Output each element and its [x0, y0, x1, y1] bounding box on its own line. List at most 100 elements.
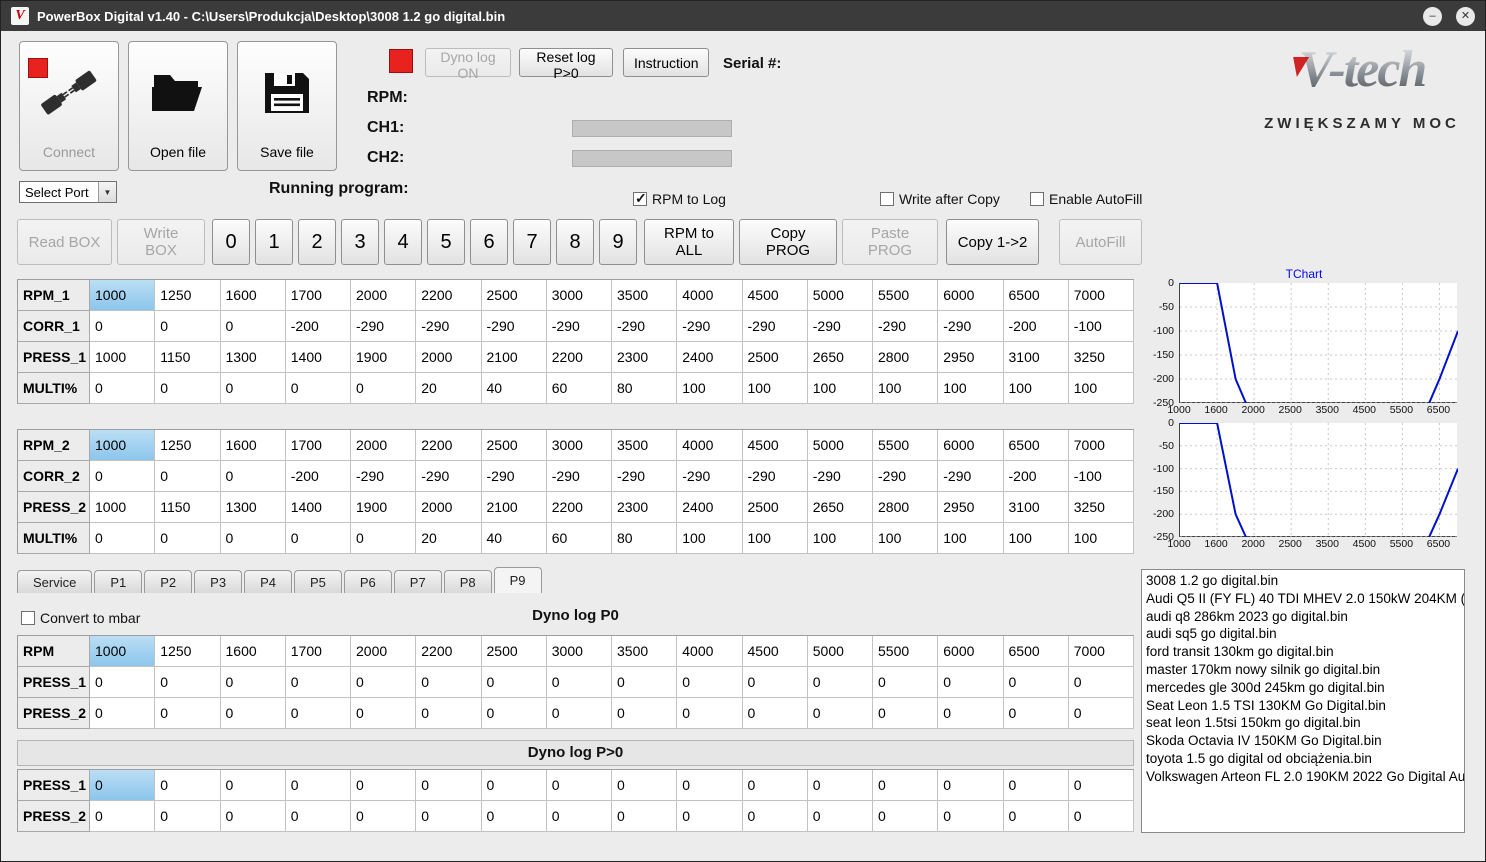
grid-cell[interactable]: -200	[285, 311, 351, 342]
save-file-button[interactable]: Save file	[237, 41, 337, 171]
grid-cell[interactable]: 0	[1068, 698, 1134, 729]
grid-cell[interactable]: 7000	[1068, 636, 1134, 667]
grid-cell[interactable]: 2000	[351, 280, 417, 311]
grid-cell[interactable]: 2500	[742, 492, 808, 523]
grid-cell[interactable]: 100	[873, 523, 939, 554]
grid-cell[interactable]: 2400	[677, 492, 743, 523]
grid-cell[interactable]: 0	[220, 698, 286, 729]
grid-cell[interactable]: 0	[285, 523, 351, 554]
grid-cell[interactable]: 1000	[90, 342, 156, 373]
file-list[interactable]: 3008 1.2 go digital.bin Audi Q5 II (FY FL…	[1141, 569, 1465, 833]
open-file-button[interactable]: Open file	[128, 41, 228, 171]
grid-cell[interactable]: 0	[677, 770, 743, 801]
file-list-item[interactable]: audi q8 286km 2023 go digital.bin	[1146, 608, 1460, 626]
grid-cell[interactable]: 0	[546, 698, 612, 729]
grid-cell[interactable]: -290	[807, 311, 873, 342]
tab-service[interactable]: Service	[17, 570, 93, 593]
digit-button-3[interactable]: 3	[341, 219, 379, 265]
grid-cell[interactable]: 100	[1068, 523, 1134, 554]
read-box-button[interactable]: Read BOX	[17, 219, 112, 265]
grid-cell[interactable]: 6500	[1003, 636, 1069, 667]
grid-cell[interactable]: 0	[807, 770, 873, 801]
grid-cell[interactable]: 0	[742, 801, 808, 832]
grid-cell[interactable]: 2800	[873, 342, 939, 373]
grid-cell[interactable]: 1000	[90, 280, 156, 311]
connect-button[interactable]: Connect	[19, 41, 119, 171]
grid-cell[interactable]: 2500	[742, 342, 808, 373]
grid-cell[interactable]: 3100	[1003, 492, 1069, 523]
file-list-item[interactable]: Audi Q5 II (FY FL) 40 TDI MHEV 2.0 150kW…	[1146, 590, 1464, 608]
grid-cell[interactable]: 6000	[938, 636, 1004, 667]
rpm-to-all-button[interactable]: RPM to ALL	[644, 219, 734, 265]
grid-cell[interactable]: -290	[351, 311, 417, 342]
grid-cell[interactable]: 1700	[285, 430, 351, 461]
grid-cell[interactable]: 0	[612, 801, 678, 832]
digit-button-2[interactable]: 2	[298, 219, 336, 265]
tab-p1[interactable]: P1	[94, 570, 143, 593]
write-box-button[interactable]: Write BOX	[117, 219, 205, 265]
grid-cell[interactable]: 0	[155, 801, 221, 832]
grid-cell[interactable]: 0	[155, 373, 221, 404]
grid-cell[interactable]: 0	[938, 667, 1004, 698]
grid-cell[interactable]: 2200	[546, 492, 612, 523]
grid-cell[interactable]: 60	[546, 523, 612, 554]
autofill-button[interactable]: AutoFill	[1059, 219, 1142, 265]
grid-cell[interactable]: 0	[1003, 698, 1069, 729]
grid-cell[interactable]: 0	[351, 373, 417, 404]
grid-cell[interactable]: 0	[873, 698, 939, 729]
grid-cell[interactable]: 100	[1003, 523, 1069, 554]
grid-cell[interactable]: 100	[742, 523, 808, 554]
grid-cell[interactable]: 0	[416, 667, 482, 698]
tab-p7[interactable]: P7	[393, 570, 442, 593]
grid-cell[interactable]: 2100	[481, 492, 547, 523]
grid-cell[interactable]: 4000	[677, 430, 743, 461]
grid-cell[interactable]: 2300	[612, 342, 678, 373]
grid-cell[interactable]: 0	[155, 698, 221, 729]
grid-cell[interactable]: 3000	[546, 280, 612, 311]
tab-p8[interactable]: P8	[443, 570, 492, 593]
grid-cell[interactable]: 0	[612, 667, 678, 698]
grid-cell[interactable]: -290	[873, 461, 939, 492]
grid-cell[interactable]: 0	[285, 698, 351, 729]
grid-cell[interactable]: 2000	[416, 342, 482, 373]
convert-to-mbar-checkbox[interactable]: Convert to mbar	[21, 610, 140, 626]
grid-cell[interactable]: 0	[677, 667, 743, 698]
grid-cell[interactable]: 0	[873, 667, 939, 698]
grid-cell[interactable]: 1600	[220, 280, 286, 311]
grid-cell[interactable]: 0	[481, 667, 547, 698]
grid-cell[interactable]: 0	[416, 698, 482, 729]
grid-cell[interactable]: 0	[1003, 801, 1069, 832]
grid-cell[interactable]: 100	[938, 523, 1004, 554]
grid-cell[interactable]: 1000	[90, 430, 156, 461]
grid-cell[interactable]: 0	[155, 311, 221, 342]
grid-cell[interactable]: 1300	[220, 342, 286, 373]
grid-cell[interactable]: 0	[90, 770, 156, 801]
file-list-item[interactable]: audi sq5 go digital.bin	[1146, 625, 1460, 643]
close-button[interactable]: ✕	[1456, 6, 1475, 26]
grid-cell[interactable]: -290	[938, 311, 1004, 342]
grid-cell[interactable]: 100	[1003, 373, 1069, 404]
grid-cell[interactable]: 3500	[612, 430, 678, 461]
grid-cell[interactable]: 0	[220, 461, 286, 492]
grid-cell[interactable]: 0	[677, 698, 743, 729]
grid-cell[interactable]: 1700	[285, 636, 351, 667]
grid-cell[interactable]: 2950	[938, 492, 1004, 523]
grid-cell[interactable]: 0	[220, 801, 286, 832]
grid-cell[interactable]: 0	[351, 698, 417, 729]
file-list-item[interactable]: mercedes gle 300d 245km go digital.bin	[1146, 679, 1460, 697]
grid-cell[interactable]: -290	[612, 461, 678, 492]
grid-cell[interactable]: 0	[220, 523, 286, 554]
tab-p6[interactable]: P6	[343, 570, 392, 593]
grid-cell[interactable]: -290	[677, 461, 743, 492]
grid-cell[interactable]: 0	[90, 461, 156, 492]
grid-cell[interactable]: 2950	[938, 342, 1004, 373]
grid-cell[interactable]: 2650	[807, 342, 873, 373]
grid-cell[interactable]: 0	[742, 698, 808, 729]
grid-cell[interactable]: 3500	[612, 280, 678, 311]
grid-cell[interactable]: 40	[481, 523, 547, 554]
grid-cell[interactable]: 100	[677, 373, 743, 404]
grid-cell[interactable]: 0	[155, 667, 221, 698]
grid-cell[interactable]: 2000	[416, 492, 482, 523]
grid-cell[interactable]: 2500	[481, 280, 547, 311]
grid-cell[interactable]: 0	[155, 461, 221, 492]
